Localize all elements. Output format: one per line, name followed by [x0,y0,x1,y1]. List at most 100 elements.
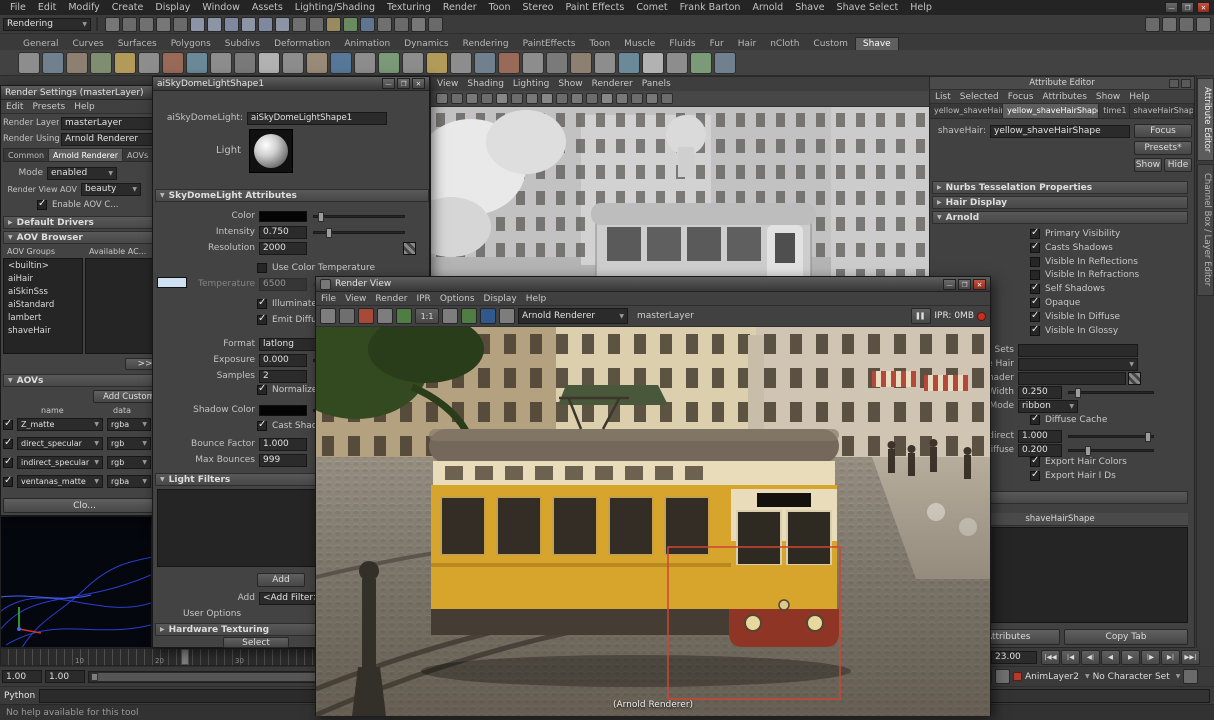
transport-button[interactable]: ▶| [1161,650,1180,665]
viewport-toolbar-icon[interactable] [646,93,658,104]
render-view-titlebar[interactable]: Render View — ❐ ✕ [316,277,990,292]
shelf-tab[interactable]: Animation [337,38,397,50]
render-view-menu-item[interactable]: Render [375,294,407,304]
zoom-1to1-button[interactable]: 1:1 [415,308,439,324]
skydome-node-field[interactable]: aiSkyDomeLightShape1 [247,112,387,125]
shelf-tab[interactable]: Fur [703,38,731,50]
status-line-right-icon[interactable] [1179,17,1194,32]
menuset-dropdown[interactable]: Rendering ▼ [3,18,91,31]
texture-map-button[interactable] [403,242,416,255]
shelf-tool-icon[interactable] [714,52,736,74]
attribute-editor-menu-item[interactable]: List [935,92,951,102]
checkbox[interactable] [1030,326,1040,336]
presets-button[interactable]: Presets* [1134,141,1192,155]
viewport-menu-item[interactable]: Lighting [513,79,549,89]
menu-item[interactable]: Edit [32,1,62,14]
render-view-tool-icon[interactable] [480,308,496,324]
status-line-icon[interactable] [139,17,154,32]
render-view-menu-item[interactable]: Help [526,294,547,304]
dock-tab[interactable]: Attribute Editor [1197,78,1214,161]
checkbox[interactable] [1030,229,1040,239]
temperature-field[interactable]: 6500 [259,278,307,291]
aov-name-dropdown[interactable]: direct_specular▼ [17,437,103,450]
viewport-toolbar-icon[interactable] [556,93,568,104]
resolution-field[interactable]: 2000 [259,242,307,255]
attribute-section-header[interactable]: ▼ Arnold [932,211,1188,224]
status-line-icon[interactable] [258,17,273,32]
shelf-tool-icon[interactable] [18,52,40,74]
render-settings-menu-item[interactable]: Presets [32,102,65,112]
aovs-section[interactable]: ▼ AOVs [3,374,167,387]
render-view-tool-icon[interactable] [358,308,374,324]
aov-data-dropdown[interactable]: rgba▼ [107,418,151,431]
aov-group-item[interactable]: lambert [4,311,82,324]
aov-group-item[interactable]: aiSkinSss [4,285,82,298]
wireframe-viewport[interactable] [0,516,152,648]
shelf-tool-icon[interactable] [450,52,472,74]
status-line-right-icon[interactable] [1196,17,1211,32]
menu-item[interactable]: Toon [483,1,517,14]
render-view-tool-icon[interactable] [377,308,393,324]
rendered-image[interactable]: (Arnold Renderer) [316,327,990,716]
shelf-tab[interactable]: Muscle [617,38,662,50]
shelf-tab[interactable]: Polygons [164,38,218,50]
checkbox[interactable] [1030,471,1040,481]
aov-enabled-checkbox[interactable] [3,420,13,430]
close-icon[interactable]: ✕ [973,279,986,290]
render-view-tool-icon[interactable] [499,308,515,324]
ipr-record-dot-icon[interactable] [977,312,986,321]
menu-item[interactable]: Help [904,1,938,14]
shelf-tab[interactable]: Dynamics [397,38,455,50]
range-start-field[interactable]: 1.00 [2,670,42,683]
shelf-tool-icon[interactable] [498,52,520,74]
attribute-section-header[interactable]: ▶ Hair Display [932,196,1188,209]
status-line-icon[interactable] [309,17,324,32]
render-settings-titlebar[interactable]: Render Settings (masterLayer) [1,86,167,100]
status-line-icon[interactable] [326,17,341,32]
transport-button[interactable]: |◀ [1061,650,1080,665]
add-filter-button[interactable]: Add [257,573,305,587]
shelf-tool-icon[interactable] [210,52,232,74]
shelf-tool-icon[interactable] [42,52,64,74]
render-layer-dropdown[interactable]: masterLayer▼ [61,117,165,130]
transport-button[interactable]: ▶ [1121,650,1140,665]
attribute-editor-tab[interactable]: yellow_shaveHairShape [1003,104,1099,118]
checkbox[interactable] [1030,312,1040,322]
status-line-icon[interactable] [292,17,307,32]
shelf-tool-icon[interactable] [330,52,352,74]
shelf-tool-icon[interactable] [618,52,640,74]
panel-menu-icon[interactable] [1169,79,1179,88]
checkbox[interactable] [1030,415,1040,425]
max-bounces-field[interactable]: 999 [259,454,307,467]
shadow-color-swatch[interactable] [259,405,307,416]
close-button[interactable]: Clo... [3,498,166,513]
override-hair-dropdown[interactable]: ▼ [1018,358,1138,371]
divider[interactable] [96,17,100,31]
menu-item[interactable]: File [4,1,32,14]
attribute-editor-tab[interactable]: shaveHairShap [1130,104,1194,118]
renderer-dropdown[interactable]: Arnold Renderer▼ [518,308,628,324]
status-line-icon[interactable] [360,17,375,32]
mode-dropdown[interactable]: ribbon▼ [1018,400,1078,413]
trace-sets-field[interactable] [1018,344,1138,357]
checkbox[interactable] [1030,298,1040,308]
viewport-menu-item[interactable]: Shading [467,79,504,89]
status-line-icon[interactable] [428,17,443,32]
panel-pin-icon[interactable] [1181,79,1191,88]
checkbox[interactable] [1030,257,1040,267]
shelf-tool-icon[interactable] [66,52,88,74]
aov-enabled-checkbox[interactable] [3,458,13,468]
intensity-field[interactable]: 0.750 [259,226,307,239]
viewport-menu-item[interactable]: Panels [642,79,671,89]
viewport-toolbar-icon[interactable] [631,93,643,104]
aov-group-item[interactable]: aiHair [4,272,82,285]
pixel-width-slider[interactable] [1068,391,1154,394]
aov-browser-section[interactable]: ▼ AOV Browser [3,231,167,244]
checkbox[interactable] [37,200,47,210]
render-settings-tab[interactable]: AOVs [123,149,153,161]
status-line-icon[interactable] [207,17,222,32]
shelf-tab[interactable]: Custom [806,38,854,50]
viewport-toolbar-icon[interactable] [511,93,523,104]
status-line-right-icon[interactable] [1162,17,1177,32]
viewport-menu-item[interactable]: View [437,79,458,89]
